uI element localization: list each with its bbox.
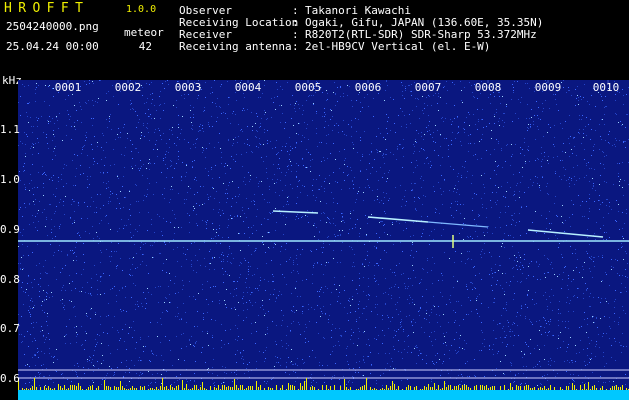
y-tick-label: 0.6 — [0, 372, 20, 385]
file-name: 2504240000.png — [6, 20, 99, 33]
antenna-value: 2el-HB9CV Vertical (el. E-W) — [305, 40, 491, 53]
antenna-colon: : — [292, 40, 299, 53]
datetime: 25.04.24 00:00 — [6, 40, 99, 53]
column-label: 0007 — [414, 81, 442, 94]
y-tick-label: 0.8 — [0, 273, 20, 286]
y-tick-label: 1.1 — [0, 123, 20, 136]
column-label: 0009 — [534, 81, 562, 94]
column-label: 0001 — [54, 81, 82, 94]
column-label: 0004 — [234, 81, 262, 94]
y-tick-label: 0.9 — [0, 223, 20, 236]
app-title: HROFFT — [4, 1, 90, 16]
column-label: 0010 — [592, 81, 620, 94]
meteor-label: meteor — [124, 26, 164, 39]
app-version: 1.0.0 — [126, 4, 157, 15]
y-tick-label: 1.0 — [0, 173, 20, 186]
column-label: 0005 — [294, 81, 322, 94]
spectrogram — [18, 80, 629, 400]
column-label: 0003 — [174, 81, 202, 94]
column-label: 0008 — [474, 81, 502, 94]
spectrogram-canvas — [18, 80, 629, 400]
meteor-count: 42 — [138, 40, 152, 53]
grid-layer — [18, 80, 629, 379]
column-label: 0002 — [114, 81, 142, 94]
signal-layer — [18, 210, 629, 400]
antenna-label: Receiving antenna — [179, 40, 292, 53]
y-tick-label: 0.7 — [0, 322, 20, 335]
noise-layer — [18, 80, 629, 386]
column-label: 0006 — [354, 81, 382, 94]
